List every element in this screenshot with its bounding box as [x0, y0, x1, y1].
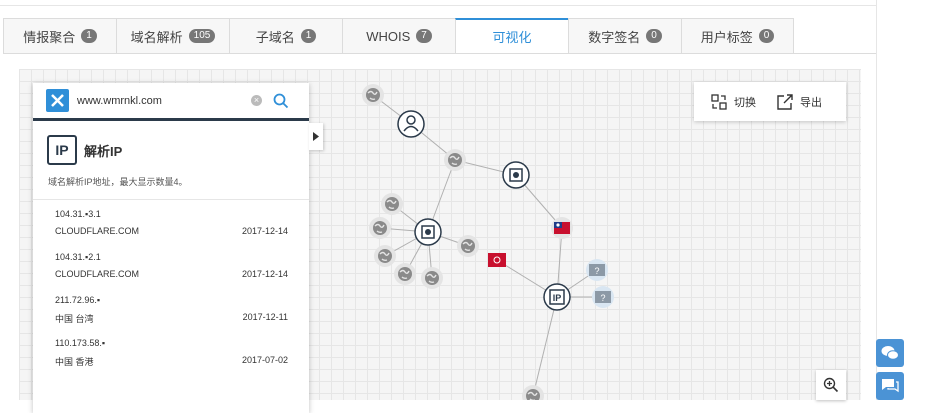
ip-icon: IP: [543, 283, 571, 311]
chevron-right-icon: [313, 132, 319, 141]
globe-icon: [380, 192, 404, 216]
zoom-in-button[interactable]: [816, 370, 846, 400]
globe-icon: [393, 262, 417, 286]
zoom-in-icon: [823, 377, 839, 393]
wechat-icon: [881, 346, 899, 360]
globe-icon: [361, 83, 385, 107]
unknown-icon: ?: [592, 286, 614, 308]
unknown-label: ?: [600, 293, 605, 303]
ip-address: 104.31.▪2.1: [55, 252, 101, 262]
globe-icon: [456, 234, 480, 258]
globe-icon: [521, 384, 545, 400]
switch-icon: [711, 93, 727, 110]
flag-hongkong-icon: [488, 253, 506, 267]
ip-icon-label: IP: [55, 142, 69, 158]
edge: [532, 296, 558, 397]
search-panel: × IP 解析IP 域名解析IP地址，最大显示数量4。 104.31.▪3.1 …: [33, 83, 309, 413]
ip-section-description: 域名解析IP地址，最大显示数量4。: [48, 177, 188, 187]
domain-icon: [502, 161, 530, 189]
list-item[interactable]: 104.31.▪3.1 CLOUDFLARE.COM 2017-12-14: [55, 206, 288, 249]
ip-date: 2017-12-14: [241, 226, 288, 236]
list-item[interactable]: 104.31.▪2.1 CLOUDFLARE.COM 2017-12-14: [55, 249, 288, 292]
search-input[interactable]: [77, 94, 247, 107]
export-label: 导出: [800, 96, 822, 109]
globe-icon: [373, 244, 397, 268]
globe-icon: [443, 148, 467, 172]
ip-date: 2017-12-14: [241, 269, 288, 279]
switch-button[interactable]: 切换: [711, 93, 756, 110]
graph-edges: [372, 94, 603, 397]
feedback-button[interactable]: [876, 372, 904, 400]
unknown-label: ?: [594, 266, 599, 276]
search-bar: ×: [33, 83, 309, 121]
ip-organization: CLOUDFLARE.COM: [55, 269, 140, 279]
graph-toolbar: 切换 导出: [694, 82, 846, 121]
ip-list: 104.31.▪3.1 CLOUDFLARE.COM 2017-12-14 10…: [33, 200, 309, 378]
ip-date: 2017-07-02: [241, 355, 288, 365]
ip-address: 104.31.▪3.1: [55, 209, 101, 219]
ip-address: 211.72.96.▪: [55, 295, 101, 305]
globe-icon: [368, 216, 392, 240]
unknown-icon: ?: [586, 259, 608, 281]
export-button[interactable]: 导出: [777, 93, 822, 110]
domain-icon: [414, 218, 442, 246]
list-item[interactable]: 211.72.96.▪ 中国 台湾 2017-12-11: [55, 292, 288, 335]
clear-icon[interactable]: ×: [251, 95, 262, 106]
ip-node-label: IP: [553, 293, 562, 303]
user-icon: [397, 110, 425, 138]
panel-collapse-button[interactable]: [309, 123, 323, 150]
flag-taiwan-icon: [551, 217, 573, 239]
ip-icon: IP: [47, 135, 77, 165]
chat-icon: [882, 379, 899, 393]
wechat-button[interactable]: [876, 339, 904, 367]
logo-icon: [46, 89, 69, 112]
export-icon: [777, 93, 793, 110]
ip-organization: 中国 香港: [55, 357, 94, 367]
globe-icon: [420, 266, 444, 290]
list-item[interactable]: 110.173.58.▪ 中国 香港 2017-07-02: [55, 335, 288, 378]
ip-section-header: IP 解析IP: [33, 121, 309, 165]
ip-organization: 中国 台湾: [55, 314, 94, 324]
ip-organization: CLOUDFLARE.COM: [55, 226, 140, 236]
switch-label: 切换: [734, 96, 756, 109]
search-icon[interactable]: [273, 93, 289, 109]
ip-date: 2017-12-11: [242, 312, 288, 322]
ip-address: 110.173.58.▪: [55, 338, 106, 348]
ip-section-title: 解析IP: [84, 143, 123, 159]
